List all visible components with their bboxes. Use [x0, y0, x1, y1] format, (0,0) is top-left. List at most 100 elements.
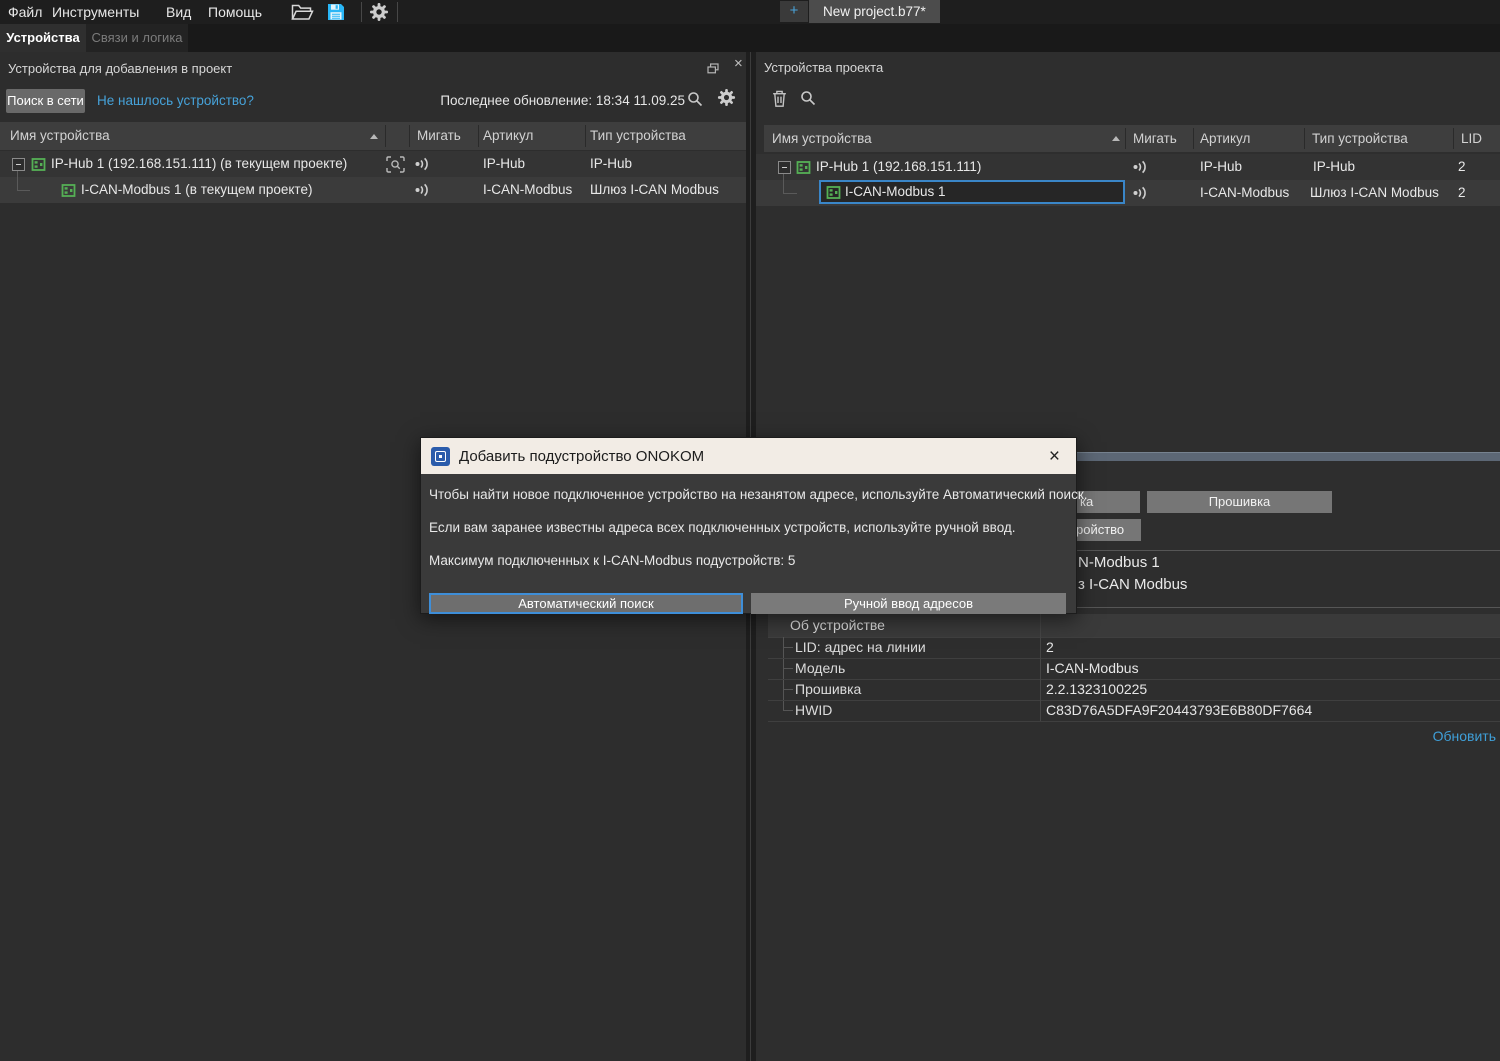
float-panel-icon[interactable]: [707, 61, 719, 79]
right-panel-title: Устройства проекта: [764, 60, 883, 75]
dialog-text-line: Чтобы найти новое подключенное устройств…: [429, 487, 1088, 502]
property-row[interactable]: Модель I-CAN-Modbus: [768, 658, 1500, 680]
property-row[interactable]: Прошивка 2.2.1323100225: [768, 679, 1500, 701]
device-name: IP-Hub 1 (192.168.151.111) (в текущем пр…: [51, 151, 347, 177]
col-article[interactable]: Артикул: [1200, 125, 1250, 153]
device-article: I-CAN-Modbus: [483, 177, 572, 203]
dialog-title: Добавить подустройство ONOKOM: [459, 448, 704, 465]
property-category-row[interactable]: Об устройстве: [768, 614, 1500, 638]
onokom-logo-icon: [431, 447, 450, 466]
left-table-header: Имя устройства Мигать Артикул Тип устрой…: [0, 122, 746, 150]
property-label: Прошивка: [795, 679, 861, 700]
blink-icon[interactable]: [414, 157, 431, 176]
device-type: IP-Hub: [1313, 154, 1355, 180]
new-project-tab-button[interactable]: +: [780, 1, 808, 22]
auto-search-button[interactable]: Автоматический поиск: [429, 593, 743, 614]
search-icon[interactable]: [800, 90, 816, 111]
menu-tools[interactable]: Инструменты: [52, 0, 139, 24]
manual-input-button[interactable]: Ручной ввод адресов: [751, 593, 1066, 614]
project-tab[interactable]: New project.b77*: [809, 0, 940, 23]
main-tab-bar: Устройства Связи и логика: [0, 24, 1500, 52]
device-lid: 2: [1458, 154, 1466, 180]
property-category-label: Об устройстве: [790, 614, 885, 637]
device-article: I-CAN-Modbus: [1200, 180, 1289, 206]
col-name[interactable]: Имя устройства: [10, 122, 110, 150]
table-row[interactable]: IP-Hub 1 (192.168.151.111) (в текущем пр…: [0, 151, 746, 177]
close-icon[interactable]: ×: [1049, 447, 1066, 466]
property-value: I-CAN-Modbus: [1046, 658, 1139, 679]
dialog-text-line: Если вам заранее известны адреса всех по…: [429, 520, 1016, 535]
col-type[interactable]: Тип устройства: [590, 122, 686, 150]
device-lid: 2: [1458, 180, 1466, 206]
collapse-icon[interactable]: [778, 161, 791, 174]
col-blink[interactable]: Мигать: [1133, 125, 1177, 153]
selected-device-cell[interactable]: I-CAN-Modbus 1: [819, 180, 1125, 204]
add-subdevice-dialog: Добавить подустройство ONOKOM × Чтобы на…: [420, 437, 1077, 614]
collapse-icon[interactable]: [12, 158, 25, 171]
device-summary-box: N-Modbus 1 з I-CAN Modbus: [1072, 550, 1500, 608]
dialog-text-line: Максимум подключенных к I-CAN-Modbus под…: [429, 553, 795, 568]
blink-icon[interactable]: [414, 183, 431, 202]
table-row[interactable]: IP-Hub 1 (192.168.151.111) IP-Hub IP-Hub…: [756, 154, 1500, 180]
property-value: 2.2.1323100225: [1046, 679, 1147, 700]
device-name: I-CAN-Modbus 1: [845, 179, 946, 205]
left-panel-title: Устройства для добавления в проект: [8, 61, 232, 76]
right-table-header: Имя устройства Мигать Артикул Тип устрой…: [764, 125, 1500, 152]
menu-bar: Файл Инструменты Вид Помощь: [0, 0, 1500, 24]
blink-icon[interactable]: [1132, 186, 1149, 205]
device-icon: [31, 157, 46, 177]
device-summary-type: з I-CAN Modbus: [1078, 576, 1187, 593]
device-article: IP-Hub: [1200, 154, 1242, 180]
menu-help[interactable]: Помощь: [208, 0, 262, 24]
tab-devices[interactable]: Устройства: [0, 24, 86, 52]
device-name: IP-Hub 1 (192.168.151.111): [816, 154, 981, 180]
menu-view[interactable]: Вид: [166, 0, 191, 24]
search-icon[interactable]: [687, 91, 703, 112]
property-label: LID: адрес на линии: [795, 637, 926, 658]
sort-asc-icon: [370, 134, 378, 139]
property-label: HWID: [795, 700, 832, 721]
open-folder-icon[interactable]: [291, 3, 314, 26]
device-summary-name: N-Modbus 1: [1078, 554, 1160, 571]
property-row[interactable]: HWID C83D76A5DFA9F20443793E6B80DF7664: [768, 700, 1500, 722]
dialog-titlebar[interactable]: Добавить подустройство ONOKOM ×: [421, 438, 1076, 474]
trash-icon[interactable]: [772, 90, 787, 112]
device-article: IP-Hub: [483, 151, 525, 177]
device-icon: [61, 183, 76, 203]
table-row[interactable]: I-CAN-Modbus 1 I-CAN-Modbus Шлюз I-CAN M…: [756, 180, 1500, 206]
blink-icon[interactable]: [1132, 160, 1149, 179]
tab-links-logic[interactable]: Связи и логика: [86, 24, 188, 52]
col-article[interactable]: Артикул: [483, 122, 533, 150]
close-panel-icon[interactable]: ×: [734, 55, 743, 72]
gear-icon[interactable]: [717, 88, 736, 112]
device-type: Шлюз I-CAN Modbus: [590, 177, 719, 203]
property-row[interactable]: LID: адрес на линии 2: [768, 637, 1500, 659]
menubar-separator: [397, 2, 398, 22]
tree-line: [783, 174, 797, 194]
tree-line: [17, 171, 30, 191]
col-blink[interactable]: Мигать: [417, 122, 461, 150]
col-name[interactable]: Имя устройства: [772, 125, 872, 153]
search-network-button[interactable]: Поиск в сети: [6, 89, 85, 113]
device-icon: [796, 160, 811, 180]
table-row[interactable]: I-CAN-Modbus 1 (в текущем проекте) I-CAN…: [0, 177, 746, 203]
sort-asc-icon: [1112, 136, 1120, 141]
device-name: I-CAN-Modbus 1 (в текущем проекте): [81, 177, 312, 203]
device-type: Шлюз I-CAN Modbus: [1310, 180, 1439, 206]
refresh-link[interactable]: Обновить: [1433, 728, 1496, 744]
last-update-text: Последнее обновление: 18:34 11.09.25: [440, 93, 685, 108]
property-value: 2: [1046, 637, 1054, 658]
firmware-button[interactable]: Прошивка: [1147, 491, 1332, 513]
property-value: C83D76A5DFA9F20443793E6B80DF7664: [1046, 700, 1312, 721]
device-not-found-link[interactable]: Не нашлось устройство?: [97, 93, 254, 108]
scan-locate-icon[interactable]: [386, 156, 405, 178]
menu-file[interactable]: Файл: [8, 0, 42, 24]
grid-divider: [1040, 614, 1041, 637]
col-lid[interactable]: LID: [1461, 125, 1482, 153]
property-label: Модель: [795, 658, 845, 679]
app-window: Файл Инструменты Вид Помощь: [0, 0, 1500, 1061]
device-icon: [826, 185, 841, 205]
device-type: IP-Hub: [590, 151, 632, 177]
menubar-separator: [361, 2, 362, 22]
col-type[interactable]: Тип устройства: [1312, 125, 1408, 153]
